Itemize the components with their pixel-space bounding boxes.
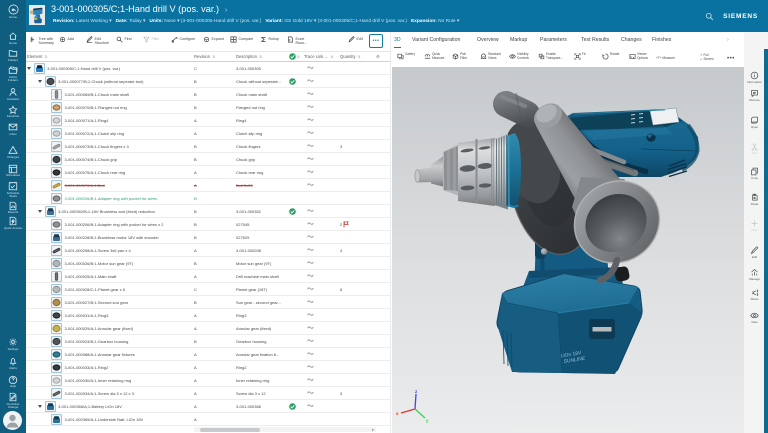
svg-text:y: y xyxy=(426,418,429,423)
svg-text:z: z xyxy=(415,389,418,394)
svg-text:x: x xyxy=(396,411,399,416)
